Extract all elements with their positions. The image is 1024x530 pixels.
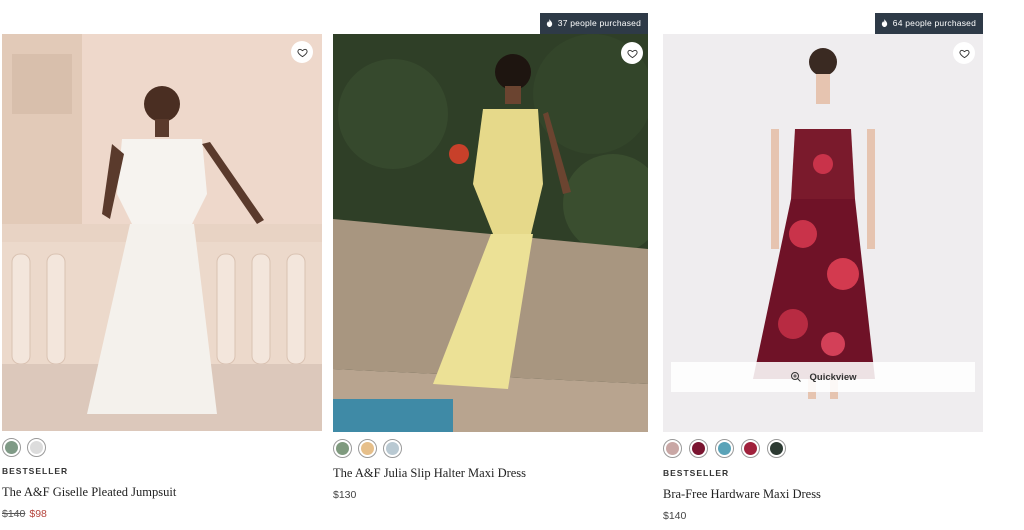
color-swatch[interactable] [741, 439, 760, 458]
product-name[interactable]: The A&F Giselle Pleated Jumpsuit [2, 485, 176, 500]
quickview-button[interactable]: Quickview [671, 362, 975, 392]
add-to-wishlist-button[interactable] [291, 41, 313, 63]
purchase-count-badge: 37 people purchased [539, 13, 648, 34]
color-swatch[interactable] [383, 439, 402, 458]
color-swatch[interactable] [689, 439, 708, 458]
purchase-count-text: 64 people purchased [892, 18, 976, 28]
product-price: $130 [333, 489, 357, 501]
quickview-label: Quickview [809, 371, 857, 383]
product-grid: BESTSELLER The A&F Giselle Pleated Jumps… [0, 0, 1024, 530]
original-price: $140 [2, 508, 26, 520]
product-price: $140 $98 [2, 508, 47, 520]
flame-icon [546, 19, 552, 27]
zoom-in-icon [790, 372, 801, 382]
sale-price: $98 [29, 508, 47, 520]
product-name[interactable]: Bra-Free Hardware Maxi Dress [663, 487, 821, 502]
product-image[interactable] [333, 34, 648, 432]
color-swatch[interactable] [358, 439, 377, 458]
color-swatch[interactable] [715, 439, 734, 458]
heart-icon [958, 49, 970, 58]
color-swatch[interactable] [333, 439, 352, 458]
color-swatch[interactable] [767, 439, 786, 458]
color-swatch[interactable] [2, 438, 21, 457]
product-price: $140 [663, 510, 687, 522]
purchase-count-text: 37 people purchased [557, 18, 641, 28]
heart-icon [626, 49, 638, 58]
purchase-count-badge: 64 people purchased [874, 13, 983, 34]
add-to-wishlist-button[interactable] [621, 42, 643, 64]
color-swatch[interactable] [663, 439, 682, 458]
color-swatches [2, 438, 46, 457]
flame-icon [881, 19, 887, 27]
heart-icon [296, 48, 308, 57]
color-swatches [333, 439, 402, 458]
color-swatches [663, 439, 786, 458]
product-image[interactable] [2, 34, 322, 431]
add-to-wishlist-button[interactable] [953, 42, 975, 64]
bestseller-badge: BESTSELLER [663, 468, 730, 478]
product-name[interactable]: The A&F Julia Slip Halter Maxi Dress [333, 466, 526, 481]
bestseller-badge: BESTSELLER [2, 466, 69, 476]
color-swatch[interactable] [27, 438, 46, 457]
